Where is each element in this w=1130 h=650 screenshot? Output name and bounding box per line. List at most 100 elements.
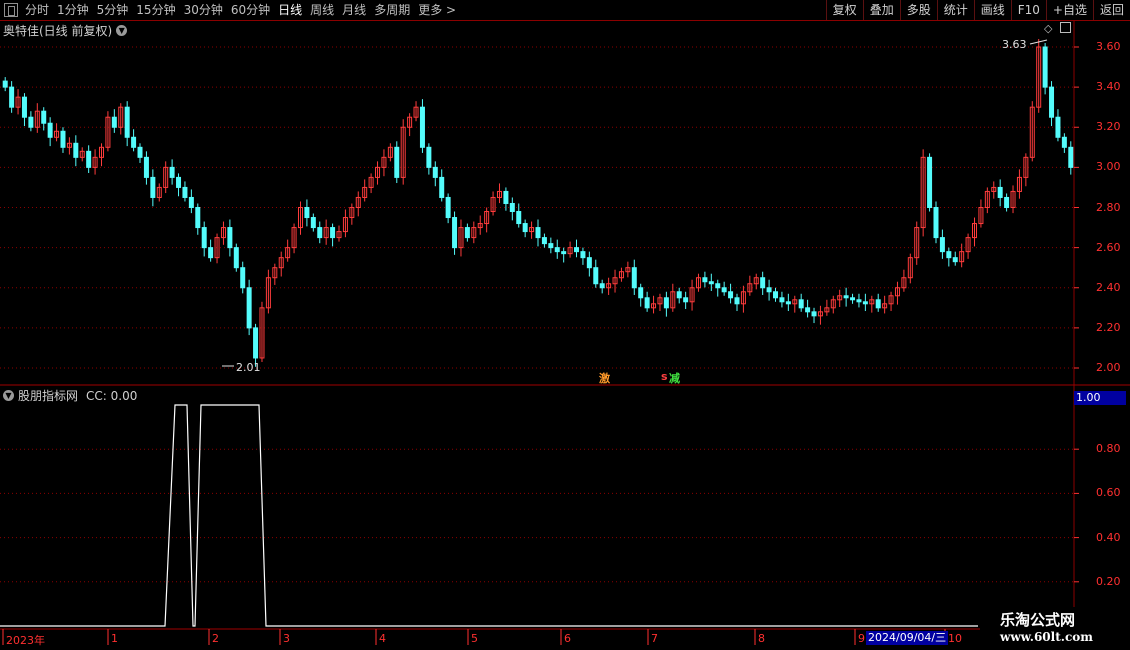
candle-body [86, 150, 92, 168]
indicator-line [0, 404, 978, 627]
date-label: 6 [564, 632, 571, 645]
price-tick-label: 2.20 [1096, 320, 1121, 334]
candle-body [1004, 196, 1010, 208]
candle-body [773, 291, 779, 299]
candle-body [509, 202, 515, 213]
candle-body [862, 301, 868, 305]
candle-body [593, 267, 599, 285]
indicator-header: ▼ 股朋指标网 CC: 0.00 [3, 387, 137, 404]
candle-body [208, 247, 214, 259]
candle-body [728, 291, 734, 299]
date-label: 2023年 [6, 634, 45, 647]
signal-prefix: s [661, 370, 668, 383]
candle-body [586, 257, 592, 269]
price-tick-label: 2.00 [1096, 361, 1121, 374]
candle-body [760, 277, 766, 289]
price-tick-label: 3.20 [1096, 120, 1121, 134]
candle-body [426, 146, 432, 168]
candle-body [779, 297, 785, 303]
candle-body [419, 106, 425, 148]
date-label: 9 [858, 632, 865, 645]
candle-body [875, 299, 881, 309]
watermark-url: www.60lt.com [1000, 630, 1093, 644]
candle-body [516, 211, 522, 225]
date-label: 5 [471, 632, 478, 645]
candle-body [9, 86, 15, 108]
candle-body [445, 196, 451, 219]
price-tick-label: 2.60 [1096, 240, 1121, 254]
candle-body [310, 217, 316, 229]
price-tick-label: 3.40 [1096, 80, 1121, 94]
price-tick-label: 3.00 [1096, 160, 1121, 174]
candle-body [452, 217, 458, 249]
candle-body [201, 227, 207, 249]
low-price-label: 2.01 [236, 361, 261, 374]
candle-body [111, 116, 117, 128]
indicator-tick-label: 0.40 [1096, 530, 1121, 544]
candle-body [1042, 46, 1048, 88]
candle-body [1068, 146, 1074, 168]
candle-body [2, 80, 8, 88]
candle-body [715, 283, 721, 289]
candle-body [927, 156, 933, 208]
date-label: 1 [111, 632, 118, 645]
candle-body [580, 251, 586, 259]
candle-body [638, 287, 644, 299]
candle-body [952, 257, 958, 263]
date-label: 4 [379, 632, 386, 645]
candle-body [683, 297, 689, 303]
indicator-tick-label: 0.60 [1096, 486, 1121, 500]
candle-body [47, 122, 53, 138]
candle-body [798, 299, 804, 309]
candle-body [253, 327, 259, 359]
indicator-tick-label: 0.20 [1096, 574, 1121, 588]
candle-body [188, 196, 194, 208]
candle-body [240, 267, 246, 289]
candle-body [766, 287, 772, 293]
candle-body [131, 136, 137, 148]
price-tick-label: 2.80 [1096, 200, 1121, 214]
candle-body [554, 247, 560, 253]
candle-body [631, 267, 637, 289]
candle-body [330, 227, 336, 239]
candle-body [535, 227, 541, 239]
candle-body [734, 297, 740, 305]
candle-body [169, 166, 175, 178]
candle-body [124, 106, 130, 138]
candle-body [721, 287, 727, 293]
candle-body [805, 307, 811, 313]
candle-body [41, 110, 47, 124]
chevron-down-icon[interactable]: ▼ [3, 390, 14, 401]
candle-body [73, 142, 79, 158]
watermark-title: 乐淘公式网 [1000, 611, 1076, 629]
candle-body [946, 251, 952, 259]
candle-body [195, 207, 201, 229]
indicator-cc-value: CC: 0.00 [86, 388, 138, 403]
candle-body [785, 301, 791, 305]
date-label: 10 [948, 632, 962, 645]
indicator-current-value: 1.00 [1074, 391, 1126, 405]
candle-body [503, 190, 509, 204]
candle-body [599, 283, 605, 289]
candle-body [997, 186, 1003, 198]
buy-signal-marker: 激 [599, 372, 610, 385]
candle-body [702, 277, 708, 283]
candle-body [843, 295, 849, 299]
candle-body [182, 186, 188, 198]
candle-body [233, 247, 239, 269]
candle-body [939, 237, 945, 253]
candle-body [663, 297, 669, 309]
date-label: 8 [758, 632, 765, 645]
price-tick-label: 2.40 [1096, 280, 1121, 294]
candle-body [150, 176, 156, 198]
candle-body [574, 247, 580, 253]
candle-body [856, 299, 862, 303]
candlestick-chart[interactable] [0, 0, 1130, 650]
date-label: 3 [283, 632, 290, 645]
candle-body [439, 176, 445, 198]
candle-body [394, 146, 400, 178]
candle-body [176, 176, 182, 188]
candle-body [541, 237, 547, 245]
candle-body [28, 116, 34, 128]
candle-body [1049, 86, 1055, 118]
